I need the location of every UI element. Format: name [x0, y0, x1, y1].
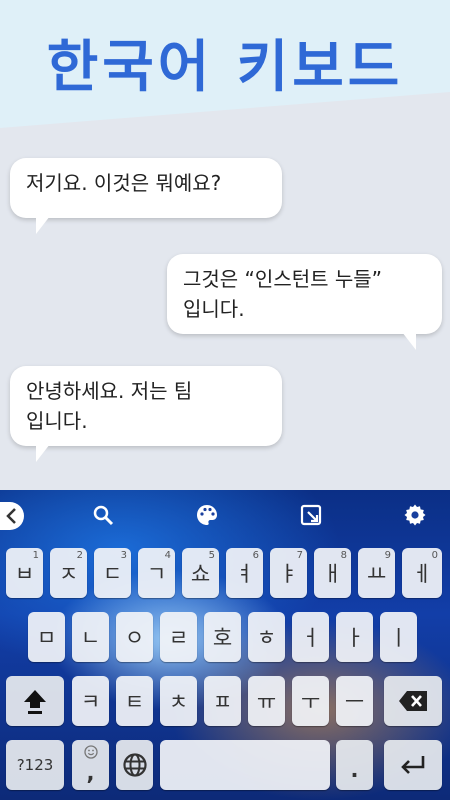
- key[interactable]: ㅕ6: [226, 548, 263, 598]
- key-label: ㅐ: [322, 562, 343, 586]
- message-line: 저기요. 이것은 뭐예요?: [26, 171, 222, 195]
- key[interactable]: ㅊ: [160, 676, 197, 726]
- message-line: 입니다.: [183, 297, 245, 321]
- key[interactable]: ㅑ7: [270, 548, 307, 598]
- key-label: ㅕ: [234, 562, 255, 586]
- key-number-hint: 6: [252, 550, 259, 561]
- key-label: ㅔ: [412, 562, 432, 586]
- key-number-hint: 1: [32, 550, 39, 561]
- gear-icon[interactable]: [400, 500, 430, 530]
- key-label: ㅡ: [344, 690, 365, 714]
- message-line: 안녕하세요. 저는 팀: [26, 379, 193, 403]
- key-number-hint: 7: [296, 550, 303, 561]
- keyboard-toolbar: [0, 490, 450, 540]
- key-label: ?123: [16, 756, 54, 774]
- key-label: 쇼: [190, 562, 211, 586]
- banner-title: 한국어 키보드: [46, 35, 404, 100]
- key-label: ㄱ: [146, 562, 167, 586]
- key[interactable]: ㄴ: [72, 612, 109, 662]
- enter-arrow-icon: [401, 756, 425, 774]
- space-bar[interactable]: [160, 740, 330, 790]
- key-label: ㅂ: [14, 562, 35, 586]
- message-line: 그것은 “인스턴트 누들”: [183, 267, 383, 291]
- key[interactable]: ㅐ8: [314, 548, 351, 598]
- key-number-hint: 3: [120, 550, 127, 561]
- key-label: ㅎ: [256, 626, 277, 650]
- key-label: ㅣ: [388, 626, 409, 650]
- chat-bubble-incoming: 안녕하세요. 저는 팀 입니다.: [10, 366, 282, 462]
- period-key[interactable]: .: [336, 740, 373, 790]
- key-label: ㅠ: [256, 690, 277, 714]
- key[interactable]: ㅜ: [292, 676, 329, 726]
- backspace-icon: [399, 691, 427, 711]
- keyboard: ㅂ1 ㅈ2 ㄷ3 ㄱ4 쇼5 ㅕ6 ㅑ7 ㅐ8 ㅛ9 ㅔ0 ㅁ ㄴ ㅇ ㄹ 호 …: [0, 490, 450, 800]
- key-label: ㅓ: [300, 626, 321, 650]
- key[interactable]: ㅛ9: [358, 548, 395, 598]
- key-number-hint: 0: [431, 550, 438, 561]
- globe-icon: [122, 753, 147, 777]
- key[interactable]: ㅍ: [204, 676, 241, 726]
- shift-key[interactable]: [6, 676, 64, 726]
- language-key[interactable]: [116, 740, 153, 790]
- key[interactable]: ㅣ: [380, 612, 417, 662]
- key-number-hint: 2: [76, 550, 83, 561]
- enter-key[interactable]: [384, 740, 442, 790]
- key[interactable]: ㅔ0: [402, 548, 442, 598]
- key[interactable]: 호: [204, 612, 241, 662]
- key[interactable]: ㅓ: [292, 612, 329, 662]
- key[interactable]: ㅎ: [248, 612, 285, 662]
- message-line: 입니다.: [26, 409, 88, 433]
- key[interactable]: ㅇ: [116, 612, 153, 662]
- banner: 한국어 키보드: [0, 0, 450, 128]
- key[interactable]: ㅏ: [336, 612, 373, 662]
- key[interactable]: 쇼5: [182, 548, 219, 598]
- key[interactable]: ㅌ: [116, 676, 153, 726]
- backspace-key[interactable]: [384, 676, 442, 726]
- back-chevron-icon[interactable]: [0, 502, 24, 530]
- symbols-key[interactable]: ?123: [6, 740, 64, 790]
- key-number-hint: 4: [164, 550, 171, 561]
- chat-area: 저기요. 이것은 뭐예요? 그것은 “인스턴트 누들” 입니다. 안녕하세요. …: [0, 128, 450, 490]
- key-label: ㅇ: [124, 626, 145, 650]
- key-label: ㄴ: [80, 626, 101, 650]
- key-number-hint: 8: [340, 550, 347, 561]
- emoji-comma-key[interactable]: ,: [72, 740, 109, 790]
- key-label: ㅌ: [124, 690, 145, 714]
- key[interactable]: ㅂ1: [6, 548, 43, 598]
- emoji-icon: [84, 745, 98, 759]
- key[interactable]: ㄱ4: [138, 548, 175, 598]
- shift-arrow-icon: [24, 690, 46, 714]
- key[interactable]: ㅡ: [336, 676, 373, 726]
- resize-icon[interactable]: [296, 500, 326, 530]
- chat-bubble-outgoing: 그것은 “인스턴트 누들” 입니다.: [167, 254, 442, 350]
- key-number-hint: 5: [208, 550, 215, 561]
- key-label: ,: [86, 761, 95, 785]
- key[interactable]: ㅋ: [72, 676, 109, 726]
- key[interactable]: ㅁ: [28, 612, 65, 662]
- key-label: ㅈ: [58, 562, 79, 586]
- key-label: ㅏ: [344, 626, 365, 650]
- key-label: ㅛ: [366, 562, 387, 586]
- key-label: 호: [212, 626, 233, 650]
- search-icon[interactable]: [88, 500, 118, 530]
- palette-icon[interactable]: [192, 500, 222, 530]
- key-number-hint: 9: [384, 550, 391, 561]
- key-label: ㅜ: [300, 690, 321, 714]
- key[interactable]: ㅈ2: [50, 548, 87, 598]
- key-label: ㄷ: [102, 562, 123, 586]
- key[interactable]: ㄷ3: [94, 548, 131, 598]
- key-label: .: [350, 758, 359, 782]
- chat-bubble-incoming: 저기요. 이것은 뭐예요?: [10, 158, 282, 234]
- key-label: ㅋ: [80, 690, 101, 714]
- key-label: ㄹ: [168, 626, 189, 650]
- key-label: ㅁ: [36, 626, 57, 650]
- key-label: ㅍ: [212, 690, 233, 714]
- key-label: ㅑ: [278, 562, 299, 586]
- key-label: ㅊ: [168, 690, 189, 714]
- key[interactable]: ㅠ: [248, 676, 285, 726]
- key[interactable]: ㄹ: [160, 612, 197, 662]
